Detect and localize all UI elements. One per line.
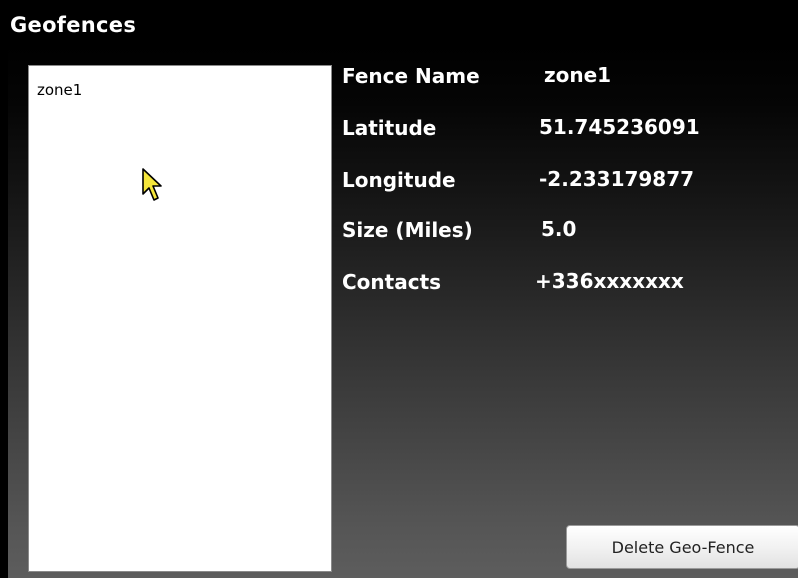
size-value: 5.0 [541,217,577,241]
contacts-label: Contacts [342,270,442,294]
window-title: Geofences [10,13,137,37]
longitude-value: -2.233179877 [539,167,695,191]
geofences-window: Geofences zone1 Fence Name zone1 Latitud… [0,0,798,578]
title-bar: Geofences [0,0,798,44]
size-label: Size (Miles) [342,218,473,242]
geofence-list[interactable]: zone1 [28,65,332,572]
list-item[interactable]: zone1 [37,81,82,99]
fence-name-label: Fence Name [342,64,480,88]
delete-geofence-button[interactable]: Delete Geo-Fence [566,525,798,569]
latitude-label: Latitude [342,116,437,140]
contacts-value: +336xxxxxxx [535,269,684,293]
longitude-label: Longitude [342,168,456,192]
fence-name-value: zone1 [544,63,612,87]
mouse-pointer-icon [142,168,162,201]
geofence-panel: zone1 Fence Name zone1 Latitude 51.74523… [8,44,798,578]
latitude-value: 51.745236091 [539,115,700,139]
